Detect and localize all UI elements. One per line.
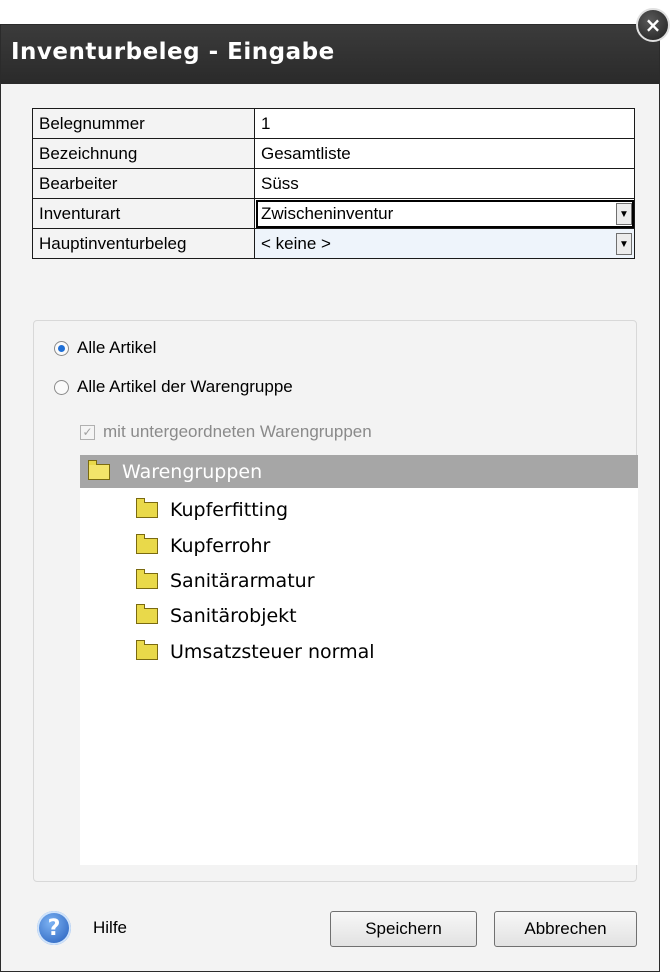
belegnummer-input[interactable]: 1 bbox=[254, 108, 635, 139]
tree-item-label: Kupferrohr bbox=[170, 535, 271, 557]
checkbox-checked-icon: ✓ bbox=[80, 424, 95, 440]
tree-root-row[interactable]: Warengruppen bbox=[80, 455, 638, 488]
field-row-bezeichnung: Bezeichnung Gesamtliste bbox=[32, 138, 635, 169]
tree-item[interactable]: Kupferfitting bbox=[136, 498, 289, 521]
folder-icon bbox=[136, 534, 158, 554]
help-icon[interactable]: ? bbox=[37, 911, 71, 945]
tree-root-label: Warengruppen bbox=[122, 460, 263, 483]
tree-item[interactable]: Kupferrohr bbox=[136, 534, 271, 557]
chevron-down-icon[interactable]: ▼ bbox=[616, 233, 632, 255]
close-icon[interactable]: × bbox=[636, 8, 670, 42]
cancel-button[interactable]: Abbrechen bbox=[494, 911, 637, 947]
save-button[interactable]: Speichern bbox=[330, 911, 477, 947]
tree-item-label: Sanitärarmatur bbox=[170, 570, 315, 592]
radio-unselected-icon[interactable] bbox=[54, 379, 69, 395]
radio-warengruppe[interactable]: Alle Artikel der Warengruppe bbox=[54, 377, 293, 397]
field-label: Hauptinventurbeleg bbox=[32, 228, 255, 259]
window-title: Inventurbeleg - Eingabe bbox=[11, 39, 335, 65]
inventurart-value: Zwischeninventur bbox=[261, 203, 394, 223]
hauptinventurbeleg-value: < keine > bbox=[261, 233, 331, 253]
tree-item[interactable]: Sanitärarmatur bbox=[136, 569, 315, 592]
fields-grid: Belegnummer 1 Bezeichnung Gesamtliste Be… bbox=[32, 108, 635, 259]
field-row-hauptinventurbeleg: Hauptinventurbeleg < keine > ▼ bbox=[32, 228, 635, 259]
radio-alle-artikel[interactable]: Alle Artikel bbox=[54, 338, 156, 358]
bezeichnung-input[interactable]: Gesamtliste bbox=[254, 138, 635, 169]
checkbox-untergeordnete: ✓ mit untergeordneten Warengruppen bbox=[80, 422, 372, 442]
title-bar[interactable]: Inventurbeleg - Eingabe bbox=[1, 25, 659, 84]
folder-open-icon bbox=[88, 459, 110, 480]
folder-icon bbox=[136, 640, 158, 660]
field-row-belegnummer: Belegnummer 1 bbox=[32, 108, 635, 139]
bearbeiter-input[interactable]: Süss bbox=[254, 168, 635, 199]
tree-item-label: Kupferfitting bbox=[170, 499, 289, 521]
tree-item-label: Sanitärobjekt bbox=[170, 605, 297, 627]
folder-icon bbox=[136, 604, 158, 624]
chevron-down-icon[interactable]: ▼ bbox=[616, 203, 632, 225]
radio-selected-icon[interactable] bbox=[54, 340, 69, 356]
radio-alle-artikel-label: Alle Artikel bbox=[77, 338, 157, 357]
radio-warengruppe-label: Alle Artikel der Warengruppe bbox=[77, 377, 293, 396]
field-label: Bearbeiter bbox=[32, 168, 255, 199]
field-row-bearbeiter: Bearbeiter Süss bbox=[32, 168, 635, 199]
field-row-inventurart: Inventurart Zwischeninventur ▼ bbox=[32, 198, 635, 229]
inventurart-select[interactable]: Zwischeninventur ▼ bbox=[254, 198, 635, 229]
field-label: Belegnummer bbox=[32, 108, 255, 139]
field-label: Bezeichnung bbox=[32, 138, 255, 169]
tree-item[interactable]: Sanitärobjekt bbox=[136, 604, 297, 627]
checkbox-label: mit untergeordneten Warengruppen bbox=[103, 422, 372, 441]
hauptinventurbeleg-select[interactable]: < keine > ▼ bbox=[254, 228, 635, 259]
tree-item-label: Umsatzsteuer normal bbox=[170, 641, 375, 663]
help-label[interactable]: Hilfe bbox=[93, 918, 127, 938]
folder-icon bbox=[136, 498, 158, 518]
warengruppen-tree[interactable]: Warengruppen Kupferfitting Kupferrohr Sa… bbox=[80, 455, 638, 865]
tree-item[interactable]: Umsatzsteuer normal bbox=[136, 640, 375, 663]
field-label: Inventurart bbox=[32, 198, 255, 229]
folder-icon bbox=[136, 569, 158, 589]
